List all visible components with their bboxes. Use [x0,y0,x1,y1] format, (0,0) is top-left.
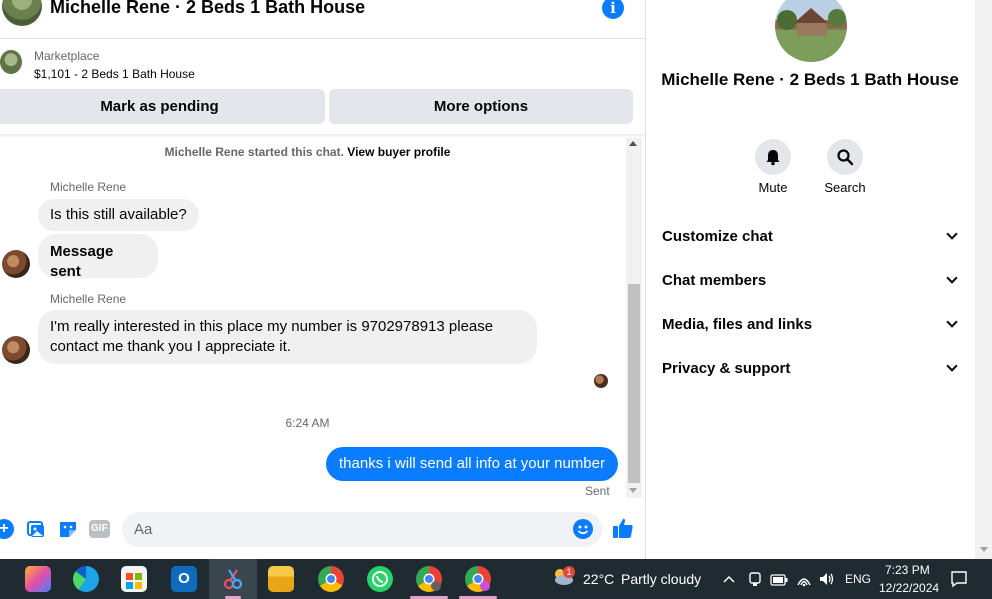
chat-started-text: Michelle Rene started this chat. [164,145,344,159]
wifi-icon[interactable] [796,571,812,587]
language-indicator[interactable]: ENG [845,572,871,586]
section-privacy-support[interactable]: Privacy & support [662,354,962,382]
weather-temperature[interactable]: 22°C [583,571,614,587]
search-icon [837,149,854,166]
chrome-profile-2-icon[interactable] [465,566,491,592]
sender-avatar[interactable] [2,250,30,278]
volume-icon[interactable] [818,571,836,587]
section-chat-members[interactable]: Chat members [662,266,962,294]
sender-avatar[interactable] [2,336,30,364]
info-icon[interactable]: i [602,0,624,19]
section-media-files-links[interactable]: Media, files and links [662,310,962,338]
chrome-icon[interactable] [318,566,344,592]
taskbar [0,559,992,599]
weather-description[interactable]: Partly cloudy [621,571,701,587]
chat-title[interactable]: Michelle Rene · 2 Beds 1 Bath House [50,0,365,18]
section-label: Chat members [662,271,767,289]
snipping-tool-icon[interactable] [220,566,246,592]
meet-icon[interactable] [748,571,762,587]
chat-avatar[interactable] [2,0,42,26]
mark-as-pending-button[interactable]: Mark as pending [0,89,325,124]
section-customize-chat[interactable]: Customize chat [662,222,962,250]
file-explorer-icon[interactable] [268,566,294,592]
scroll-up-arrow-icon[interactable] [629,141,637,146]
chevron-down-icon [946,316,958,328]
store-icon[interactable] [121,566,147,592]
incoming-message[interactable]: Message sent [38,234,158,280]
image-icon[interactable] [26,519,46,539]
outgoing-message[interactable]: thanks i will send all info at your numb… [326,447,618,481]
search-button[interactable] [827,139,863,175]
weather-badge: 1 [563,566,575,578]
gif-icon[interactable]: GIF [89,520,110,538]
section-label: Media, files and links [662,315,813,333]
battery-icon[interactable] [770,573,788,586]
header-divider [0,38,645,39]
details-title: Michelle Rene · 2 Beds 1 Bath House [661,70,959,89]
like-icon[interactable] [612,517,634,541]
chevron-down-icon [946,360,958,372]
listing-thumbnail[interactable] [0,50,22,74]
incoming-message[interactable]: Is this still available? [38,199,199,231]
marketplace-label: Marketplace [34,49,100,63]
edge-icon[interactable] [73,566,99,592]
mute-button[interactable] [755,139,791,175]
plus-icon[interactable]: + [0,519,14,539]
message-status: Sent [585,484,610,498]
sender-name: Michelle Rene [50,180,127,194]
copilot-icon[interactable] [25,566,51,592]
chevron-down-icon [946,228,958,240]
sender-name: Michelle Rene [50,292,127,306]
sticker-icon[interactable] [58,519,78,539]
chat-started-notice: Michelle Rene started this chat. View bu… [0,145,615,159]
section-label: Privacy & support [662,359,791,377]
listing-shadow [0,134,645,138]
whatsapp-icon[interactable] [367,566,393,592]
listing-title[interactable]: $1,101 - 2 Beds 1 Bath House [34,67,195,81]
show-hidden-icons-icon[interactable] [723,573,735,585]
chevron-down-icon [946,272,958,284]
message-timestamp: 6:24 AM [285,416,330,430]
section-label: Customize chat [662,227,773,245]
listing-avatar[interactable] [775,0,847,62]
notifications-icon[interactable] [950,570,968,588]
message-input[interactable] [122,512,602,547]
search-label: Search [824,180,866,195]
chat-scrollbar-thumb[interactable] [628,284,640,483]
panel-scrollbar[interactable] [975,0,992,559]
chrome-profile-icon[interactable] [416,566,442,592]
scroll-down-arrow-icon[interactable] [629,488,637,493]
incoming-message[interactable]: I'm really interested in this place my n… [38,310,537,364]
panel-divider [645,0,646,559]
bell-icon [766,150,780,166]
mute-label: Mute [758,180,788,195]
clock-time[interactable]: 7:23 PM [885,563,930,577]
clock-date[interactable]: 12/22/2024 [879,581,939,595]
more-options-button[interactable]: More options [329,89,633,124]
view-buyer-profile-link[interactable]: View buyer profile [347,145,450,159]
read-receipt-avatar [594,374,608,388]
emoji-icon[interactable] [573,519,593,539]
outlook-icon[interactable]: O [171,566,197,592]
scroll-down-arrow-icon[interactable] [980,547,988,552]
